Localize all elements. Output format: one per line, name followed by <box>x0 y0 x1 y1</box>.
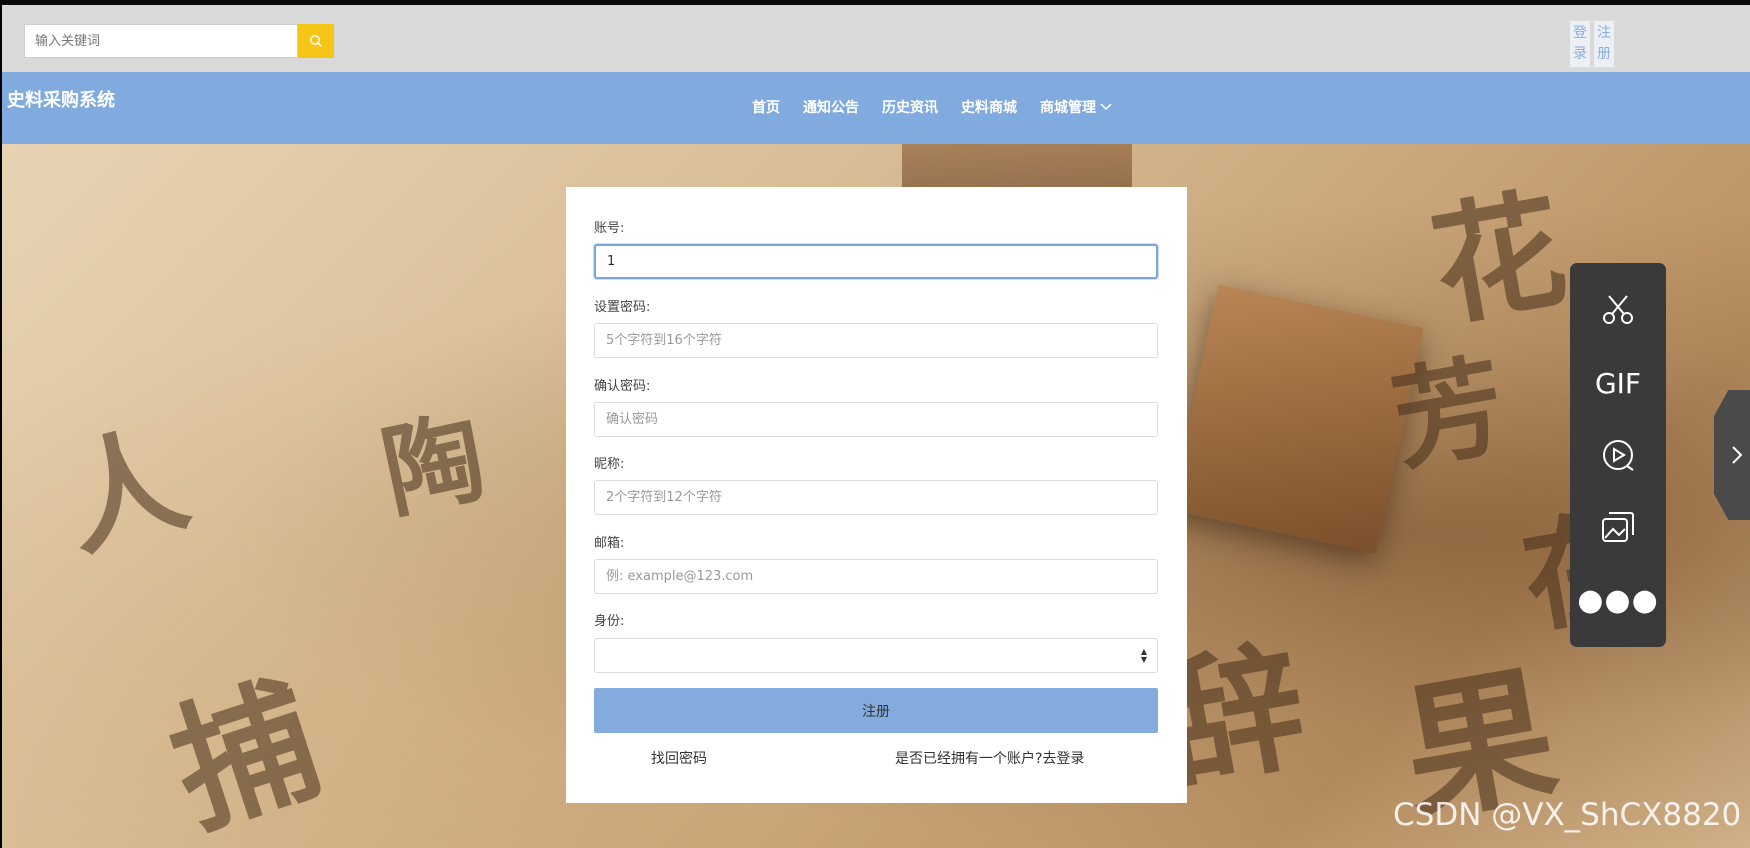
account-label: 账号: <box>594 221 625 236</box>
register-char-top: 注 <box>1597 25 1611 41</box>
search-button[interactable] <box>298 24 334 58</box>
account-input[interactable] <box>596 246 1156 277</box>
password-field <box>594 323 1158 358</box>
account-field <box>594 244 1158 279</box>
brand-title: 史料采购系统 <box>7 90 115 111</box>
nav-item-history-news[interactable]: 历史资讯 <box>882 97 938 117</box>
nickname-label: 昵称: <box>594 457 625 472</box>
more-icon: ●●● <box>1577 582 1659 618</box>
search-input[interactable] <box>25 25 317 57</box>
gif-button[interactable]: GIF <box>1570 358 1666 408</box>
bg-glyph: 花 <box>1421 171 1577 345</box>
email-field <box>594 559 1158 594</box>
role-select[interactable]: ▲ ▼ <box>594 638 1158 673</box>
register-link[interactable]: 注 册 <box>1594 21 1614 67</box>
password-input[interactable] <box>595 324 1157 357</box>
go-login-link[interactable]: 是否已经拥有一个账户?去登录 <box>895 748 1084 768</box>
side-expand-tab[interactable] <box>1714 390 1750 520</box>
bg-glyph: 陶 <box>372 396 495 533</box>
email-label: 邮箱: <box>594 536 625 551</box>
video-record-icon <box>1603 440 1634 471</box>
chevron-right-icon <box>1732 446 1742 464</box>
confirm-password-label: 确认密码: <box>594 379 651 394</box>
password-label: 设置密码: <box>594 300 651 315</box>
login-char-bottom: 录 <box>1573 46 1587 62</box>
watermark-text: CSDN @VX_ShCX8820 <box>1393 797 1742 833</box>
role-label: 身份: <box>594 614 625 629</box>
nav-item-shop-admin[interactable]: 商城管理 <box>1040 97 1112 117</box>
nickname-field <box>594 480 1158 515</box>
gif-icon: GIF <box>1594 366 1642 400</box>
bg-glyph: 捕 <box>153 656 338 848</box>
search-icon <box>310 35 322 47</box>
confirm-password-field <box>594 402 1158 437</box>
login-char-top: 登 <box>1573 25 1587 41</box>
image-icon <box>1602 512 1634 542</box>
nav-links: 首页 通知公告 历史资讯 史料商城 商城管理 <box>752 97 1135 117</box>
record-button[interactable] <box>1570 430 1666 480</box>
bg-glyph: 人 <box>48 407 201 575</box>
scissors-button[interactable] <box>1570 285 1666 335</box>
top-bar: 登 录 注 册 <box>2 5 1750 72</box>
register-char-bottom: 册 <box>1597 46 1611 62</box>
register-button[interactable]: 注册 <box>594 688 1158 733</box>
nav-item-home[interactable]: 首页 <box>752 97 780 117</box>
screenshot-toolbar: GIF ●●● <box>1570 263 1666 647</box>
search-box <box>24 24 317 58</box>
nav-bar: 史料采购系统 首页 通知公告 历史资讯 史料商城 商城管理 <box>2 72 1750 144</box>
nav-item-shop-admin-label: 商城管理 <box>1040 100 1096 116</box>
chevron-down-icon <box>1100 103 1112 111</box>
wood-block <box>1170 284 1424 554</box>
image-button[interactable] <box>1570 502 1666 552</box>
nav-item-notice[interactable]: 通知公告 <box>803 97 859 117</box>
nav-item-shop[interactable]: 史料商城 <box>961 97 1017 117</box>
register-form: 账号: 设置密码: 确认密码: 昵称: 邮箱: 身份: ▲▼ 注册 找回密码 是… <box>566 187 1187 803</box>
nickname-input[interactable] <box>595 481 1157 514</box>
scissors-icon <box>1603 295 1633 324</box>
select-arrows-icon: ▲ ▼ <box>1140 647 1147 664</box>
email-input[interactable] <box>595 560 1157 593</box>
forgot-password-link[interactable]: 找回密码 <box>651 748 707 768</box>
more-button[interactable]: ●●● <box>1570 575 1666 625</box>
login-link[interactable]: 登 录 <box>1570 21 1590 67</box>
confirm-password-input[interactable] <box>595 403 1157 436</box>
